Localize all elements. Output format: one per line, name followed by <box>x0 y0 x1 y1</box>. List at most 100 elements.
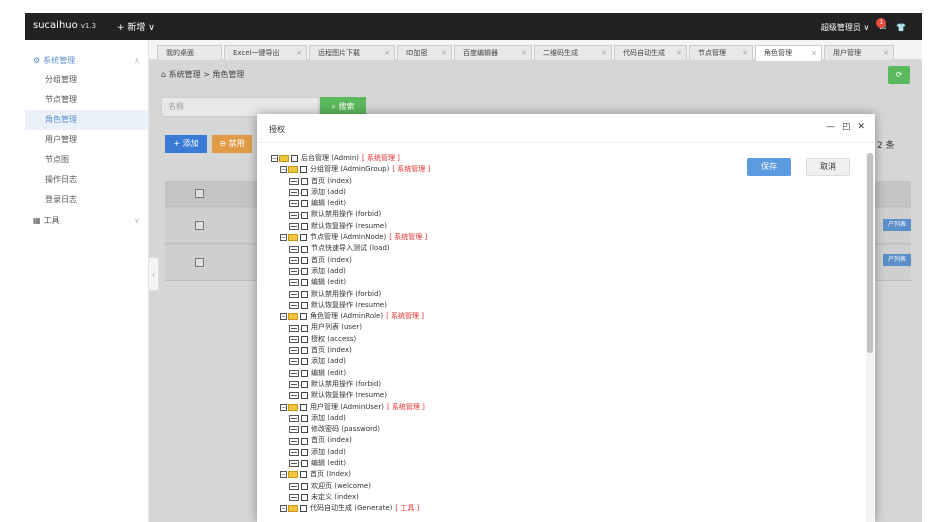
tree-checkbox[interactable] <box>301 414 308 422</box>
tree-checkbox[interactable] <box>301 437 308 445</box>
disable-button[interactable]: ⊖ 禁用 <box>212 135 252 153</box>
tab[interactable]: 代码自动生成 × <box>614 45 687 60</box>
sidebar-item[interactable]: 用户管理 <box>25 130 148 150</box>
tree-node[interactable]: 添加 (add) <box>271 187 430 198</box>
tab[interactable]: 节点管理 × <box>689 45 753 60</box>
tree-node[interactable]: 默认禁用操作 (forbid) <box>271 379 430 390</box>
collapse-icon[interactable]: − <box>280 313 287 321</box>
sidebar-item[interactable]: 角色管理 <box>25 110 148 130</box>
collapse-icon[interactable]: − <box>280 234 287 242</box>
tree-checkbox[interactable] <box>300 234 307 242</box>
tree-node[interactable]: − 节点管理 (AdminNode)[ 系统管理 ] <box>271 232 430 243</box>
tree-checkbox[interactable] <box>301 335 308 343</box>
tree-node[interactable]: 首页 (index) <box>271 345 430 356</box>
sidebar-item[interactable]: 操作日志 <box>25 170 148 190</box>
tab[interactable]: 用户管理 × <box>824 45 894 60</box>
shirt-icon[interactable]: 👕 <box>896 23 906 32</box>
tree-node[interactable]: 未定义 (index) <box>271 492 430 503</box>
tab[interactable]: ID加密 × <box>397 45 452 60</box>
tree-node[interactable]: 修改密码 (password) <box>271 424 430 435</box>
user-menu[interactable]: 超级管理员 ∨ <box>821 22 869 33</box>
tree-node[interactable]: 添加 (add) <box>271 266 430 277</box>
tree-node[interactable]: − 分组管理 (AdminGroup)[ 系统管理 ] <box>271 164 430 175</box>
sidebar-item[interactable]: 分组管理 <box>25 70 148 90</box>
tree-node[interactable]: 欢迎页 (welcome) <box>271 481 430 492</box>
brand[interactable]: sucaihuo v1.3 <box>33 20 96 31</box>
tab-close-icon[interactable]: × <box>742 46 748 60</box>
tree-checkbox[interactable] <box>301 177 308 185</box>
tab-close-icon[interactable]: × <box>521 46 527 60</box>
new-menu-button[interactable]: + 新增 ∨ <box>117 20 155 33</box>
tree-node[interactable]: 用户列表 (user) <box>271 322 430 333</box>
tree-checkbox[interactable] <box>300 403 307 411</box>
user-list-link[interactable]: 户列表 <box>883 254 911 266</box>
tree-checkbox[interactable] <box>300 471 307 479</box>
tree-node[interactable]: 默认禁用操作 (forbid) <box>271 209 430 220</box>
tab-close-icon[interactable]: × <box>384 46 390 60</box>
collapse-icon[interactable]: − <box>280 403 287 411</box>
tree-checkbox[interactable] <box>301 200 308 208</box>
tree-checkbox[interactable] <box>301 279 308 287</box>
tree-checkbox[interactable] <box>301 256 308 264</box>
row-checkbox[interactable] <box>195 258 204 267</box>
tree-node[interactable]: 默认恢复操作 (resume) <box>271 390 430 401</box>
select-all-checkbox[interactable] <box>195 189 204 198</box>
tab[interactable]: 我的桌面 <box>157 45 222 60</box>
tree-node[interactable]: − 后台管理 (Admin)[ 系统管理 ] <box>271 153 430 164</box>
tree-node[interactable]: 编辑 (edit) <box>271 368 430 379</box>
tree-node[interactable]: 首页 (index) <box>271 255 430 266</box>
tree-node[interactable]: 节点快速导入测试 (load) <box>271 243 430 254</box>
tree-node[interactable]: 默认恢复操作 (resume) <box>271 300 430 311</box>
tree-node[interactable]: 添加 (add) <box>271 447 430 458</box>
scrollbar[interactable] <box>866 153 874 522</box>
tree-checkbox[interactable] <box>301 302 308 309</box>
tab-close-icon[interactable]: × <box>676 46 682 60</box>
tree-node[interactable]: 默认禁用操作 (forbid) <box>271 289 430 300</box>
save-button[interactable]: 保存 <box>747 158 791 176</box>
tree-node[interactable]: 编辑 (edit) <box>271 198 430 209</box>
tree-checkbox[interactable] <box>301 347 308 355</box>
tree-node[interactable]: 添加 (add) <box>271 413 430 424</box>
tree-node[interactable]: − 首页 (Index) <box>271 469 430 480</box>
sidebar-item[interactable]: 节点管理 <box>25 90 148 110</box>
sidebar-collapse-handle[interactable]: ‹ <box>149 257 159 291</box>
tree-checkbox[interactable] <box>301 448 308 456</box>
add-button[interactable]: + 添加 <box>165 135 207 153</box>
tab-close-icon[interactable]: × <box>601 46 607 60</box>
tab[interactable]: 远程图片下载 × <box>309 45 395 60</box>
tab-close-icon[interactable]: × <box>883 46 889 60</box>
refresh-button[interactable]: ⟳ <box>888 66 910 84</box>
tab-close-icon[interactable]: × <box>296 46 302 60</box>
mail-icon[interactable]: ✉1 <box>876 17 887 32</box>
tab[interactable]: 百度编辑器 × <box>454 45 532 60</box>
user-list-link[interactable]: 户列表 <box>883 219 911 231</box>
tree-checkbox[interactable] <box>301 369 308 377</box>
tree-checkbox[interactable] <box>301 324 308 332</box>
tree-checkbox[interactable] <box>301 381 308 389</box>
tree-checkbox[interactable] <box>301 211 308 219</box>
tree-checkbox[interactable] <box>301 268 308 276</box>
cancel-button[interactable]: 取消 <box>806 158 850 176</box>
collapse-icon[interactable]: − <box>280 166 287 174</box>
tree-checkbox[interactable] <box>301 426 308 434</box>
tab[interactable]: 二维码生成 × <box>534 45 612 60</box>
close-icon[interactable]: ✕ <box>857 122 865 132</box>
sidebar-group-tools[interactable]: ▦ 工具 ∨ <box>25 210 148 230</box>
tab-close-icon[interactable]: × <box>811 46 817 60</box>
tree-node[interactable]: − 代码自动生成 (Generate)[ 工具 ] <box>271 503 430 514</box>
tree-node[interactable]: − 用户管理 (AdminUser)[ 系统管理 ] <box>271 402 430 413</box>
tree-node[interactable]: 首页 (index) <box>271 435 430 446</box>
tree-checkbox[interactable] <box>301 245 308 253</box>
tree-checkbox[interactable] <box>301 358 308 366</box>
tree-node[interactable]: 编辑 (edit) <box>271 277 430 288</box>
tree-checkbox[interactable] <box>300 505 307 513</box>
tree-checkbox[interactable] <box>301 494 308 502</box>
tree-checkbox[interactable] <box>301 189 308 197</box>
collapse-icon[interactable]: − <box>280 505 287 513</box>
tree-node[interactable]: − 角色管理 (AdminRole)[ 系统管理 ] <box>271 311 430 322</box>
sidebar-group-system[interactable]: ⚙ 系统管理 ∧ <box>25 50 148 70</box>
tab[interactable]: 角色管理 × <box>755 45 822 61</box>
tree-node[interactable]: 授权 (access) <box>271 334 430 345</box>
tab[interactable]: Excel一键导出 × <box>224 45 307 60</box>
tree-checkbox[interactable] <box>300 166 307 174</box>
